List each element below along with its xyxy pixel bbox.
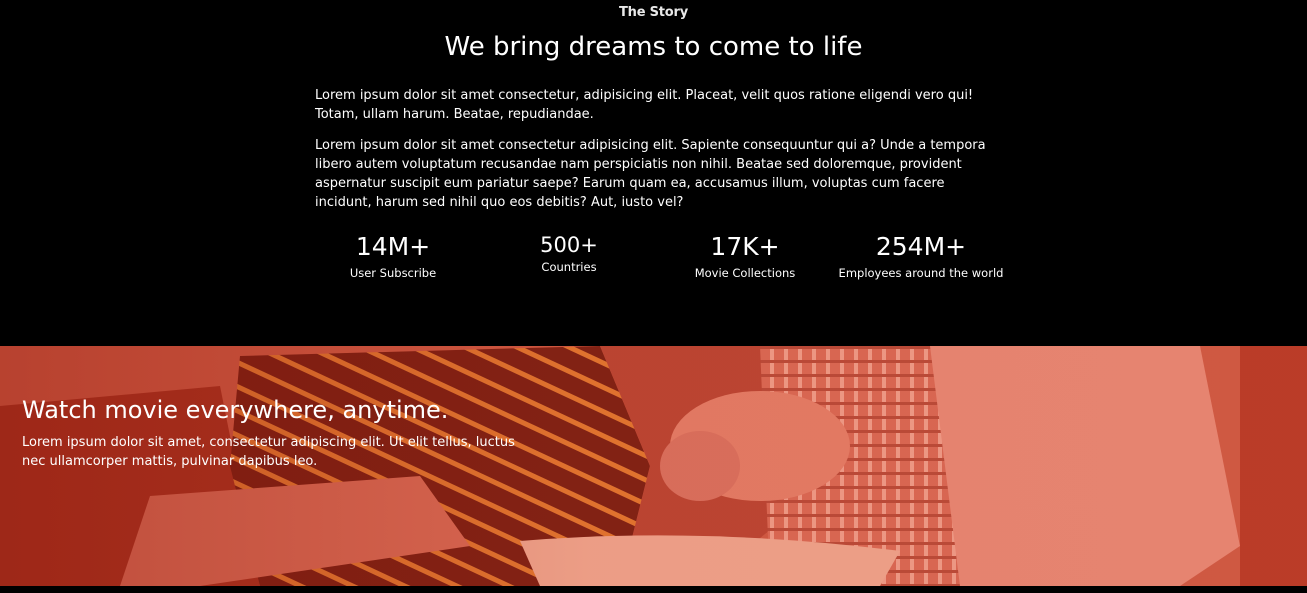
stat-value: 17K+: [710, 232, 780, 261]
stat-value: 254M+: [875, 232, 967, 261]
stat-label: Movie Collections: [694, 266, 796, 280]
stat-movie-collections: 17K+ Movie Collections: [657, 232, 833, 283]
hero-title: Watch movie everywhere, anytime.: [22, 396, 449, 424]
stat-label: Countries: [541, 260, 597, 274]
section-eyebrow: The Story: [618, 5, 689, 20]
stat-user-subscribe: 14M+ User Subscribe: [305, 232, 481, 283]
stat-label: Employees around the world: [838, 266, 1004, 280]
hero-description: Lorem ipsum dolor sit amet, consectetur …: [22, 435, 515, 469]
stats-row: 14M+ User Subscribe 500+ Countries 17K+ …: [305, 232, 1009, 283]
stat-label: User Subscribe: [349, 266, 437, 280]
story-paragraph-1: Lorem ipsum dolor sit amet consectetur, …: [315, 88, 974, 122]
story-section: The Story We bring dreams to come to lif…: [0, 0, 1307, 346]
stat-value: 14M+: [355, 232, 431, 261]
hero-banner: Watch movie everywhere, anytime. Lorem i…: [0, 346, 1307, 586]
stat-employees: 254M+ Employees around the world: [833, 232, 1009, 283]
stat-value: 500+: [540, 233, 598, 257]
story-paragraph-2: Lorem ipsum dolor sit amet consectetur a…: [315, 138, 986, 210]
section-headline: We bring dreams to come to life: [444, 32, 863, 62]
bottom-strip: [0, 586, 1307, 593]
stat-countries: 500+ Countries: [481, 232, 657, 283]
story-paragraphs: Lorem ipsum dolor sit amet consectetur, …: [315, 86, 991, 224]
